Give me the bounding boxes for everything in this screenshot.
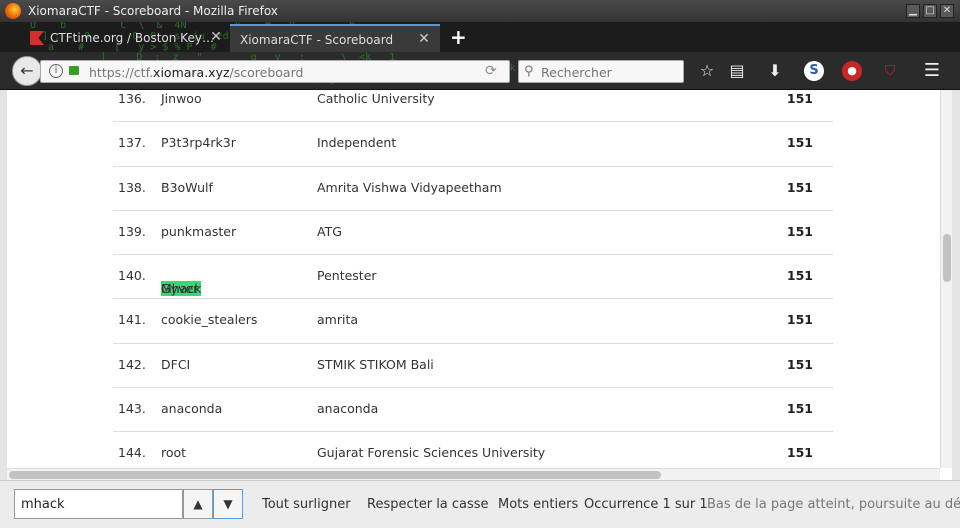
- table-row: 137. P3t3rp4rk3r Independent 151: [113, 122, 833, 167]
- team-name-cell[interactable]: cookie_stealers: [161, 312, 257, 327]
- affiliation-cell: amrita: [317, 312, 359, 328]
- table-row: 138. B3oWulf Amrita Vishwa Vidyapeetham …: [113, 167, 833, 211]
- horizontal-scrollbar[interactable]: [7, 468, 940, 480]
- rank-cell: 140.: [118, 268, 146, 284]
- affiliation-cell: STMIK STIKOM Bali: [317, 356, 434, 372]
- navigation-toolbar: ] D : z " g y ; \ <k 1 U 3 ^ " # J s p k…: [0, 52, 960, 90]
- url-bar[interactable]: i https://ctf.xiomara.xyz/scoreboard ⟳: [40, 60, 510, 83]
- match-case-toggle[interactable]: Respecter la casse: [367, 497, 489, 512]
- back-button[interactable]: ←: [12, 56, 42, 86]
- rank-cell: 143.: [118, 401, 146, 417]
- whole-words-toggle[interactable]: Mots entiers: [498, 497, 578, 512]
- vertical-scrollbar[interactable]: [940, 90, 952, 468]
- firefox-logo-icon: [5, 3, 21, 19]
- rank-cell: 139.: [118, 223, 146, 239]
- window-frame-right: [952, 90, 960, 528]
- team-name-cell[interactable]: P3t3rp4rk3r: [161, 135, 236, 150]
- rank-cell: 136.: [118, 91, 146, 106]
- affiliation-cell: ATG: [317, 223, 342, 239]
- new-tab-button[interactable]: +: [450, 27, 467, 47]
- score-cell: 151: [786, 179, 813, 195]
- url-text: https://ctf.xiomara.xyz/scoreboard: [89, 65, 304, 80]
- table-row: 141. cookie_stealers amrita 151: [113, 299, 833, 344]
- rank-cell: 141.: [118, 312, 146, 328]
- rank-cell: 142.: [118, 356, 146, 372]
- affiliation-cell: anaconda: [317, 401, 379, 417]
- lock-icon: [69, 66, 79, 75]
- info-icon[interactable]: i: [49, 64, 63, 78]
- search-input[interactable]: [541, 63, 679, 81]
- s-extension-icon[interactable]: S: [804, 61, 824, 81]
- window-titlebar: XiomaraCTF - Scoreboard - Mozilla Firefo…: [0, 0, 960, 22]
- affiliation-cell: Amrita Vishwa Vidyapeetham: [317, 179, 502, 195]
- team-name-cell[interactable]: root: [161, 445, 186, 460]
- close-tab-icon[interactable]: ✕: [416, 31, 432, 47]
- score-cell: 151: [786, 401, 813, 417]
- score-cell: 151: [786, 268, 813, 284]
- team-name-cell[interactable]: DFCI: [161, 357, 190, 372]
- tab-strip: U b C \ & 4N k # U b " ] ; 0 - Q 9 s ju …: [0, 22, 960, 52]
- tab-ctftime[interactable]: CTFtime.org / Boston Key… ✕: [26, 24, 230, 52]
- table-row: 144. root Gujarat Forensic Sciences Univ…: [113, 432, 833, 468]
- find-previous-button[interactable]: ▲: [183, 489, 213, 519]
- search-bar[interactable]: ⚲: [518, 60, 684, 83]
- score-cell: 151: [786, 356, 813, 372]
- window-frame-left: [0, 90, 7, 528]
- team-name-rest: Gyver: [161, 281, 199, 297]
- close-tab-icon[interactable]: ✕: [208, 29, 224, 45]
- find-bar: ▲ ▼ Tout surligner Respecter la casse Mo…: [0, 480, 960, 528]
- download-icon[interactable]: ⬇: [765, 61, 785, 81]
- rank-cell: 144.: [118, 445, 146, 461]
- score-cell: 151: [786, 91, 813, 106]
- score-cell: 151: [786, 223, 813, 239]
- rank-cell: 138.: [118, 179, 146, 195]
- affiliation-cell: Catholic University: [317, 91, 435, 106]
- scoreboard-table: 136. Jinwoo Catholic University 151 137.…: [113, 90, 833, 468]
- bookmark-star-icon[interactable]: ☆: [697, 61, 717, 81]
- team-name-cell[interactable]: anaconda: [161, 401, 222, 416]
- score-cell: 151: [786, 135, 813, 151]
- ublock-icon[interactable]: ⛉: [880, 61, 900, 81]
- tab-xiomara-scoreboard[interactable]: XiomaraCTF - Scoreboard ✕: [230, 24, 440, 52]
- table-row: 143. anaconda anaconda 151: [113, 388, 833, 433]
- find-status-message: Bas de la page atteint, poursuite au déb…: [707, 497, 960, 512]
- team-name-cell[interactable]: Jinwoo: [161, 91, 202, 106]
- find-occurrence-count: Occurrence 1 sur 1: [584, 497, 708, 512]
- affiliation-cell: Independent: [317, 135, 397, 151]
- highlight-all-toggle[interactable]: Tout surligner: [262, 497, 351, 512]
- score-cell: 151: [786, 445, 813, 461]
- team-name-cell[interactable]: B3oWulf: [161, 180, 213, 195]
- red-extension-icon[interactable]: ●: [842, 61, 862, 81]
- maximize-button[interactable]: □: [923, 4, 937, 18]
- close-window-button[interactable]: ✕: [940, 4, 954, 18]
- reload-icon[interactable]: ⟳: [485, 63, 497, 79]
- minimize-button[interactable]: ▁: [906, 4, 920, 18]
- find-input[interactable]: [14, 489, 183, 519]
- hamburger-menu-icon[interactable]: ☰: [922, 61, 942, 81]
- team-name-cell[interactable]: punkmaster: [161, 224, 236, 239]
- tab-label: CTFtime.org / Boston Key…: [50, 31, 214, 45]
- affiliation-cell: Gujarat Forensic Sciences University: [317, 445, 546, 461]
- reading-list-icon[interactable]: ▤: [727, 61, 747, 81]
- table-row: 136. Jinwoo Catholic University 151: [113, 90, 833, 123]
- tab-label: XiomaraCTF - Scoreboard: [240, 33, 394, 47]
- affiliation-cell: Pentester: [317, 268, 377, 284]
- page-content: 136. Jinwoo Catholic University 151 137.…: [7, 90, 940, 468]
- table-row: 142. DFCI STMIK STIKOM Bali 151: [113, 344, 833, 389]
- table-row: 140. Mhack Gyver Pentester 151: [113, 255, 833, 300]
- vertical-scroll-thumb[interactable]: [943, 234, 951, 282]
- window-title: XiomaraCTF - Scoreboard - Mozilla Firefo…: [28, 4, 278, 18]
- horizontal-scroll-thumb[interactable]: [9, 471, 661, 479]
- table-row: 139. punkmaster ATG 151: [113, 211, 833, 256]
- find-next-button[interactable]: ▼: [213, 489, 243, 519]
- rank-cell: 137.: [118, 135, 146, 151]
- search-icon: ⚲: [524, 64, 534, 79]
- score-cell: 151: [786, 312, 813, 328]
- ctftime-favicon-icon: [30, 31, 44, 45]
